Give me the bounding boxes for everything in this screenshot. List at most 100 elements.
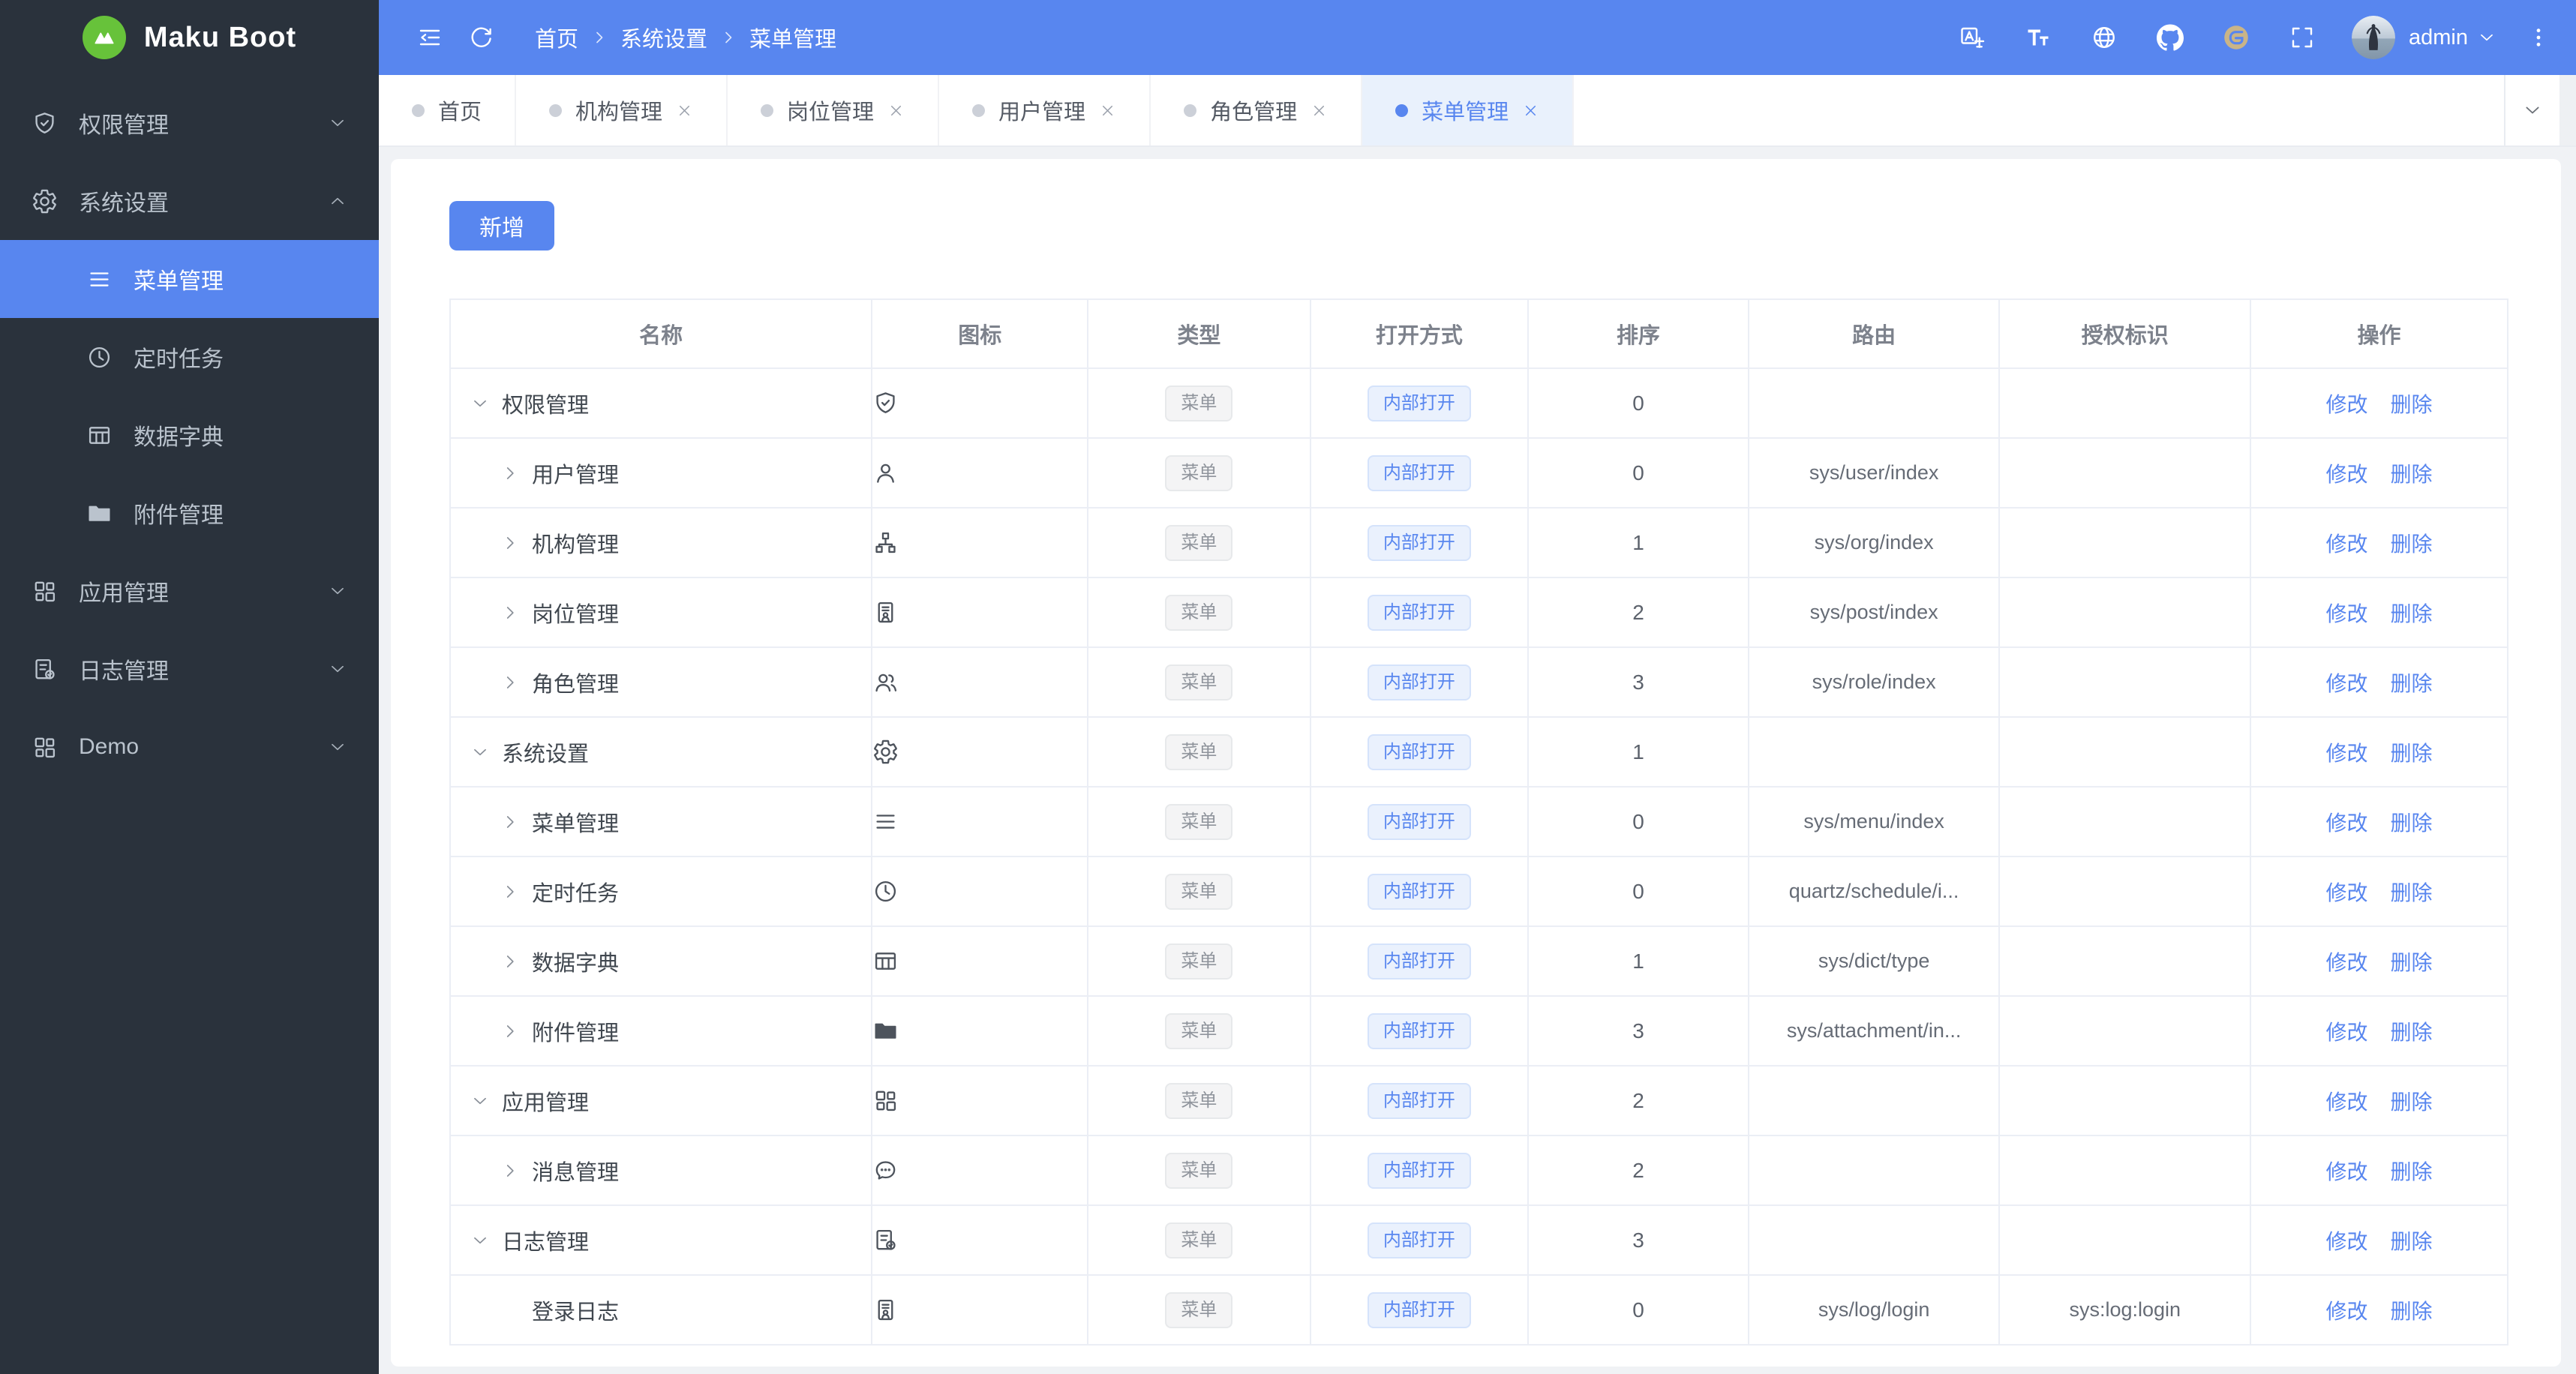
tree-expand-icon[interactable]	[500, 464, 520, 483]
delete-link[interactable]: 删除	[2391, 1300, 2433, 1323]
delete-link[interactable]: 删除	[2391, 1160, 2433, 1184]
sidebar-item-menu[interactable]: 菜单管理	[0, 240, 379, 318]
delete-link[interactable]: 删除	[2391, 672, 2433, 695]
add-button[interactable]: 新增	[449, 201, 554, 250]
tab-role[interactable]: 角色管理	[1151, 75, 1363, 146]
table-row-org: 机构管理 菜单 内部打开 1 sys/org/index 修改 删除	[449, 507, 2508, 578]
breadcrumb-item[interactable]: 菜单管理	[746, 22, 839, 53]
tree-collapse-icon[interactable]	[470, 1091, 490, 1111]
edit-link[interactable]: 修改	[2326, 393, 2368, 416]
tree-collapse-icon[interactable]	[470, 1231, 490, 1250]
font-size-button[interactable]	[2005, 24, 2071, 51]
dict-icon	[86, 422, 113, 448]
scrollbar-track[interactable]	[2559, 75, 2576, 146]
edit-link[interactable]: 修改	[2326, 463, 2368, 486]
auth-value	[1998, 716, 2252, 788]
gitee-button[interactable]	[2203, 24, 2269, 51]
delete-link[interactable]: 删除	[2391, 1021, 2433, 1044]
menu-fold-icon[interactable]	[404, 24, 455, 51]
tree-expand-icon[interactable]	[500, 1161, 520, 1180]
type-tag: 菜单	[1165, 943, 1233, 980]
delete-link[interactable]: 删除	[2391, 742, 2433, 765]
column-header: 名称	[449, 298, 873, 369]
tree-expand-icon[interactable]	[500, 673, 520, 692]
edit-link[interactable]: 修改	[2326, 951, 2368, 974]
sort-value: 0	[1527, 786, 1749, 857]
sidebar-item-schedule[interactable]: 定时任务	[0, 318, 379, 396]
tree-expand-icon[interactable]	[500, 603, 520, 622]
translate-button[interactable]	[1939, 24, 2005, 51]
sidebar-item-demo[interactable]: Demo	[0, 708, 379, 786]
grid-icon	[32, 578, 58, 604]
tab-dropdown-icon[interactable]	[2504, 75, 2559, 146]
delete-link[interactable]: 删除	[2391, 463, 2433, 486]
username[interactable]: admin	[2409, 26, 2468, 50]
edit-link[interactable]: 修改	[2326, 1300, 2368, 1323]
tab-home[interactable]: 首页	[379, 75, 517, 146]
delete-link[interactable]: 删除	[2391, 393, 2433, 416]
fullscreen-button[interactable]	[2269, 24, 2335, 51]
auth-value	[1998, 926, 2252, 997]
tab-user[interactable]: 用户管理	[939, 75, 1151, 146]
close-icon[interactable]	[1522, 102, 1539, 119]
tab-menu[interactable]: 菜单管理	[1362, 75, 1575, 146]
tab-post[interactable]: 岗位管理	[728, 75, 940, 146]
delete-link[interactable]: 删除	[2391, 881, 2433, 904]
edit-link[interactable]: 修改	[2326, 1160, 2368, 1184]
delete-link[interactable]: 删除	[2391, 812, 2433, 835]
refresh-icon[interactable]	[455, 24, 506, 51]
tree-expand-icon[interactable]	[500, 812, 520, 832]
sidebar-item-attachment[interactable]: 附件管理	[0, 474, 379, 552]
sidebar-item-log[interactable]: 日志管理	[0, 630, 379, 708]
delete-link[interactable]: 删除	[2391, 1090, 2433, 1114]
tree-collapse-icon[interactable]	[470, 742, 490, 762]
route-value	[1747, 1204, 2001, 1276]
edit-link[interactable]: 修改	[2326, 1090, 2368, 1114]
edit-link[interactable]: 修改	[2326, 1021, 2368, 1044]
tree-expand-icon[interactable]	[500, 952, 520, 971]
sidebar: Maku Boot 权限管理 系统设置 菜单管理 定时任务 数据字典 附件管理 应用管理 日志…	[0, 0, 379, 1374]
tree-expand-icon[interactable]	[500, 1022, 520, 1041]
tree-collapse-icon[interactable]	[470, 394, 490, 413]
edit-link[interactable]: 修改	[2326, 881, 2368, 904]
edit-link[interactable]: 修改	[2326, 672, 2368, 695]
globe-button[interactable]	[2071, 24, 2137, 51]
menu-name: 机构管理	[532, 532, 620, 557]
edit-link[interactable]: 修改	[2326, 1230, 2368, 1253]
menu-icon	[86, 266, 113, 292]
breadcrumb-item[interactable]: 首页	[532, 22, 581, 53]
github-button[interactable]	[2137, 24, 2203, 51]
type-tag: 菜单	[1165, 385, 1233, 422]
tab-org[interactable]: 机构管理	[516, 75, 728, 146]
edit-link[interactable]: 修改	[2326, 812, 2368, 835]
chevron-down-icon[interactable]	[2477, 28, 2496, 47]
type-tag: 菜单	[1165, 1082, 1233, 1119]
chevron-up-icon	[328, 191, 347, 211]
delete-link[interactable]: 删除	[2391, 532, 2433, 556]
route-value	[1747, 1065, 2001, 1136]
edit-link[interactable]: 修改	[2326, 742, 2368, 765]
more-menu-icon[interactable]	[2526, 26, 2550, 50]
org-icon	[873, 530, 1086, 556]
edit-link[interactable]: 修改	[2326, 532, 2368, 556]
close-icon[interactable]	[676, 102, 693, 119]
gitee-icon	[2223, 24, 2250, 51]
sidebar-item-dict[interactable]: 数据字典	[0, 396, 379, 474]
close-icon[interactable]	[1311, 102, 1328, 119]
close-icon[interactable]	[1099, 102, 1116, 119]
breadcrumb-item[interactable]: 系统设置	[617, 22, 710, 53]
delete-link[interactable]: 删除	[2391, 602, 2433, 626]
sidebar-item-permission[interactable]: 权限管理	[0, 84, 379, 162]
sidebar-item-app[interactable]: 应用管理	[0, 552, 379, 630]
route-value: sys/dict/type	[1747, 926, 2001, 997]
delete-link[interactable]: 删除	[2391, 1230, 2433, 1253]
close-icon[interactable]	[887, 102, 905, 119]
open-mode-tag: 内部打开	[1367, 524, 1471, 561]
avatar[interactable]	[2352, 16, 2395, 59]
edit-link[interactable]: 修改	[2326, 602, 2368, 626]
delete-link[interactable]: 删除	[2391, 951, 2433, 974]
tree-expand-icon[interactable]	[500, 533, 520, 553]
sidebar-item-label: 权限管理	[79, 113, 169, 138]
tree-expand-icon[interactable]	[500, 882, 520, 902]
sidebar-item-system[interactable]: 系统设置	[0, 162, 379, 240]
